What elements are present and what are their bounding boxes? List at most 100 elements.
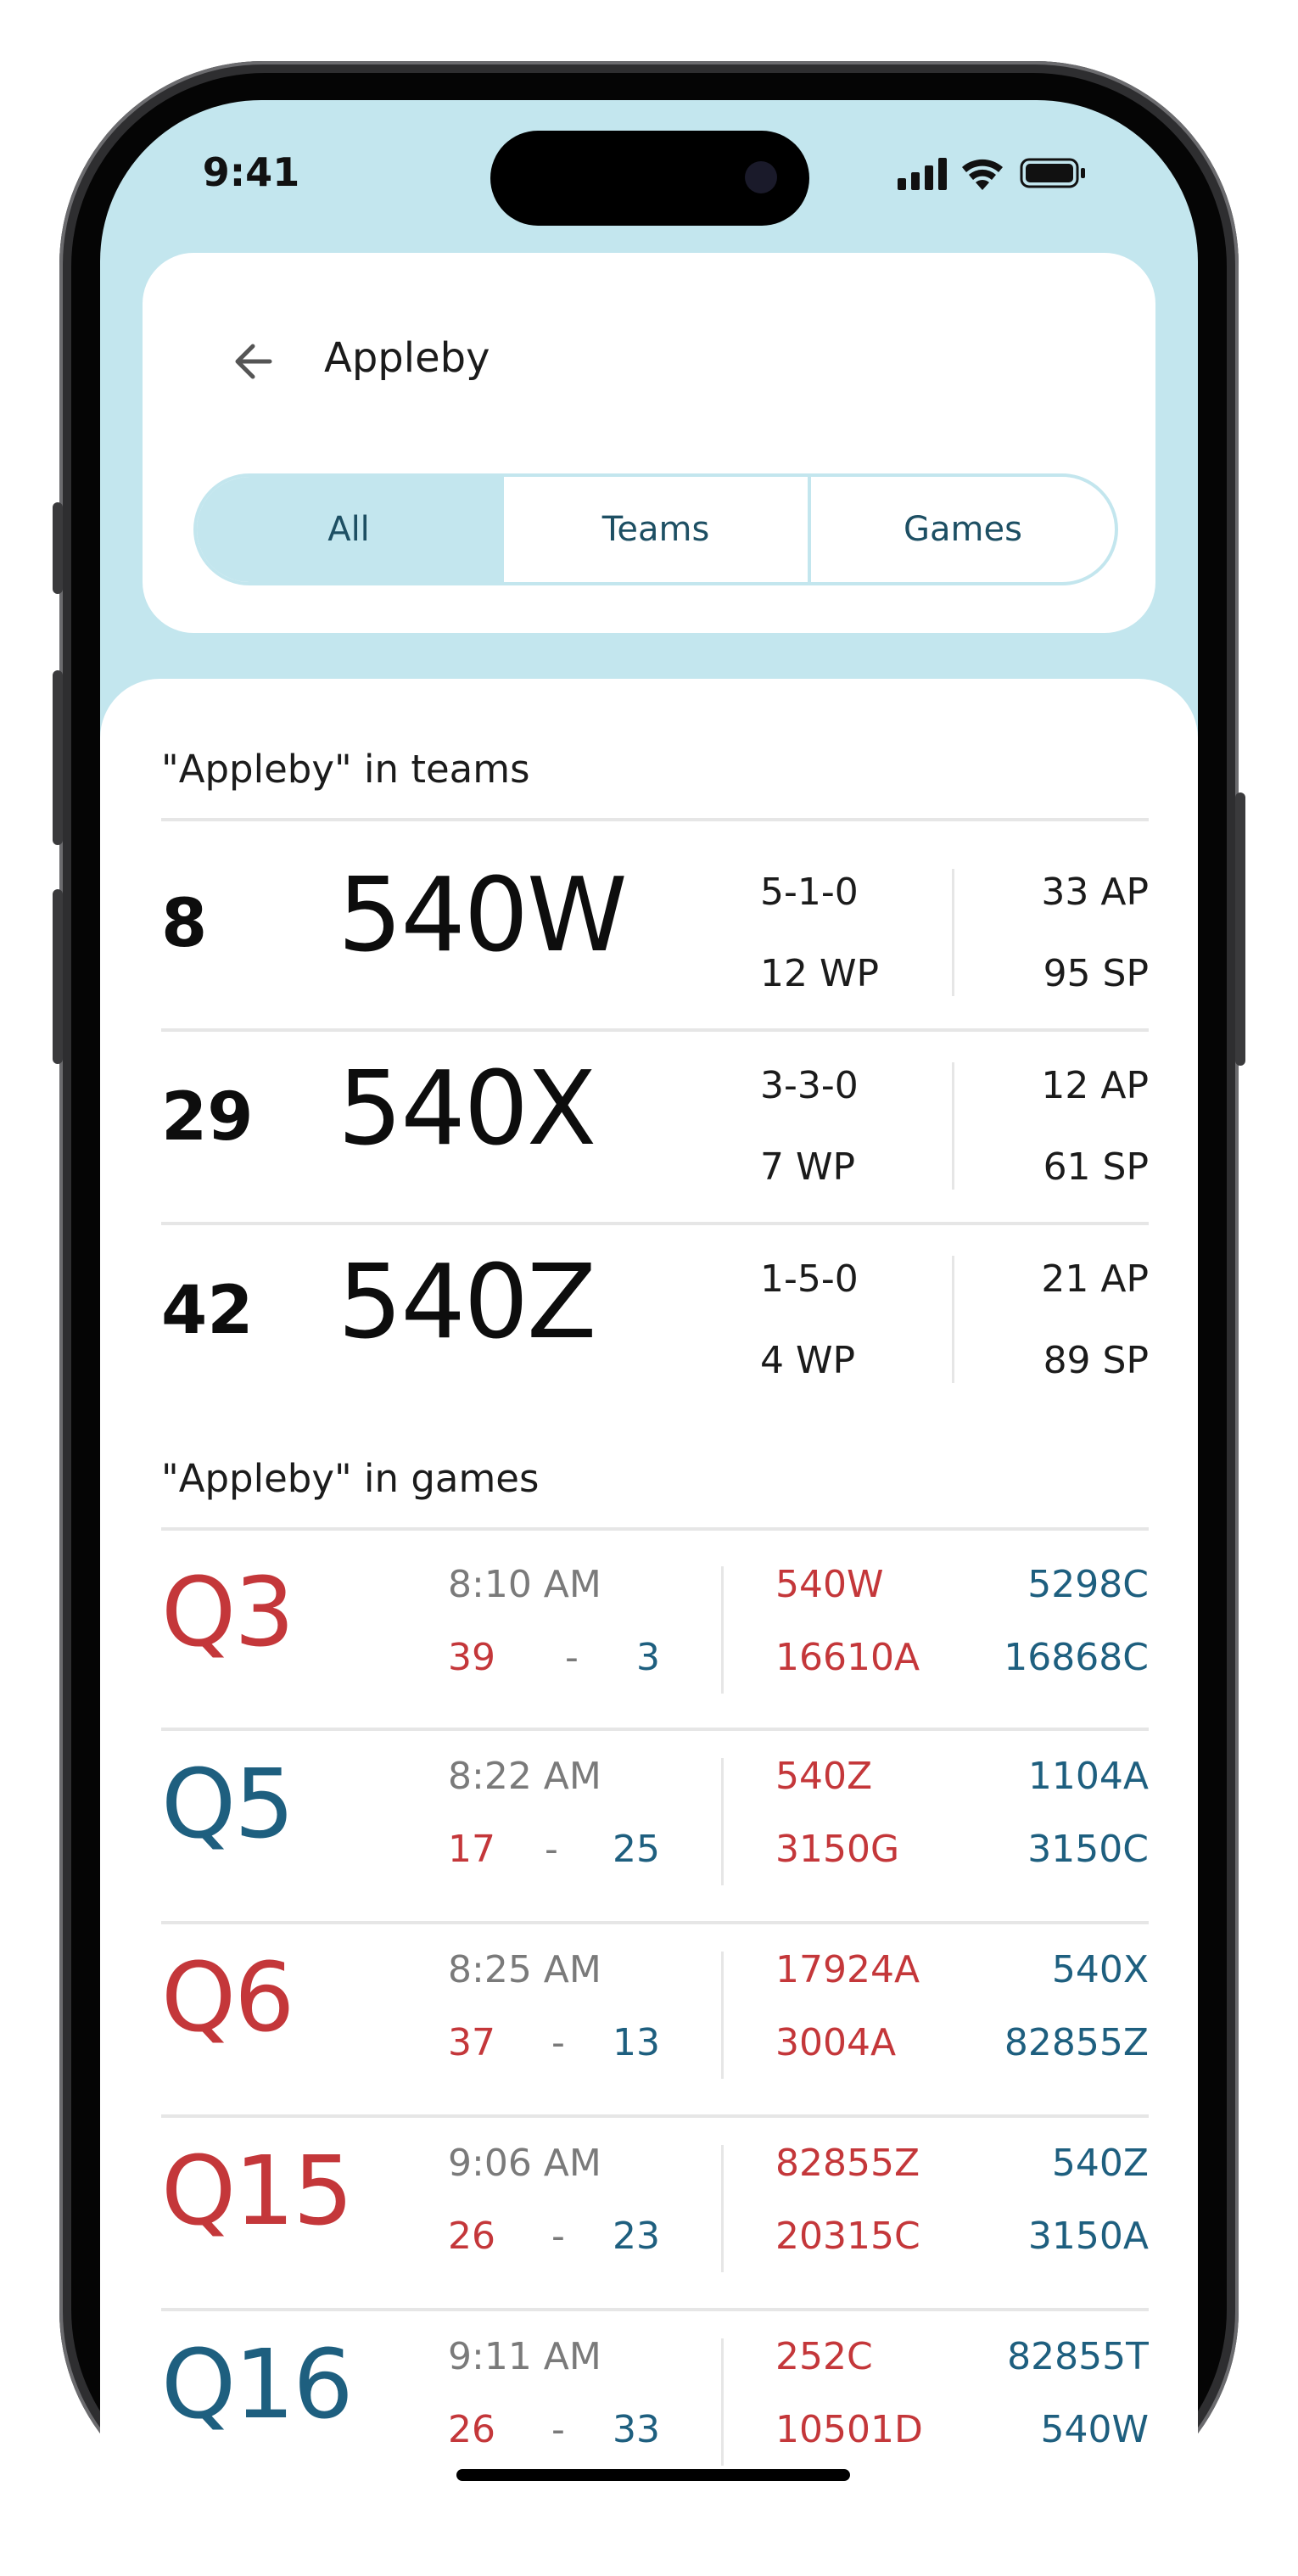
blue-score: 13 [613, 2021, 660, 2064]
arrow-left-icon [235, 344, 272, 379]
blue-team-2: 3150C [1027, 1828, 1149, 1871]
blue-score: 23 [613, 2215, 660, 2258]
score-separator: - [545, 1828, 558, 1871]
match-label: Q3 [161, 1558, 294, 1668]
blue-team-2: 16868C [1004, 1636, 1149, 1679]
game-row[interactable]: Q3 8:10 AM 39 - 3 540W 16610A 5298C 1686… [161, 1536, 1149, 1729]
team-wp: 7 WP [760, 1145, 856, 1189]
tab-teams[interactable]: Teams [501, 477, 808, 582]
match-label: Q15 [161, 2136, 354, 2247]
team-wp: 4 WP [760, 1339, 856, 1382]
match-time: 8:22 AM [448, 1755, 601, 1798]
filter-segmented-control: All Teams Games [193, 473, 1118, 585]
blue-score: 33 [613, 2408, 660, 2451]
blue-team-1: 540X [1051, 1948, 1149, 1991]
column-divider [721, 2145, 724, 2272]
camera-icon [745, 161, 777, 193]
team-wp: 12 WP [760, 952, 880, 995]
team-number: 540Z [338, 1244, 596, 1362]
red-team-2: 3150G [775, 1828, 900, 1871]
red-score: 17 [448, 1828, 495, 1871]
blue-team-1: 82855T [1007, 2335, 1149, 2378]
dynamic-island [490, 131, 809, 226]
games-section-title: "Appleby" in games [161, 1456, 540, 1501]
team-sp: 89 SP [1043, 1339, 1149, 1382]
blue-score: 25 [613, 1828, 660, 1871]
column-divider [952, 869, 954, 996]
column-divider [721, 2338, 724, 2466]
team-row[interactable]: 42 540Z 1-5-0 4 WP 21 AP 89 SP [161, 1222, 1149, 1415]
wifi-icon [962, 159, 1003, 190]
match-time: 9:11 AM [448, 2335, 601, 2378]
back-button[interactable] [227, 336, 278, 387]
team-sp: 61 SP [1043, 1145, 1149, 1189]
red-team-1: 17924A [775, 1948, 920, 1991]
battery-icon [1020, 158, 1085, 188]
team-rank: 8 [161, 886, 208, 962]
red-team-2: 10501D [775, 2408, 923, 2451]
blue-team-1: 1104A [1027, 1755, 1149, 1798]
team-record: 5-1-0 [760, 871, 859, 914]
column-divider [721, 1566, 724, 1694]
match-label: Q6 [161, 1943, 294, 2053]
action-button [53, 502, 63, 594]
blue-team-2: 540W [1040, 2408, 1150, 2451]
blue-team-2: 3150A [1027, 2215, 1149, 2258]
team-ap: 21 AP [1041, 1257, 1149, 1301]
blue-team-2: 82855Z [1004, 2021, 1149, 2064]
red-team-1: 252C [775, 2335, 873, 2378]
match-time: 8:10 AM [448, 1563, 601, 1606]
volume-up-button [53, 670, 63, 845]
score-separator: - [551, 2215, 565, 2258]
column-divider [721, 1758, 724, 1885]
game-row[interactable]: Q16 9:11 AM 26 - 33 252C 10501D 82855T 5… [161, 2308, 1149, 2469]
team-ap: 33 AP [1041, 871, 1149, 914]
page-title: Appleby [324, 334, 490, 382]
status-time: 9:41 [202, 149, 300, 195]
column-divider [952, 1256, 954, 1383]
red-team-2: 20315C [775, 2215, 920, 2258]
tab-games[interactable]: Games [808, 477, 1115, 582]
team-row[interactable]: 29 540X 3-3-0 7 WP 12 AP 61 SP [161, 1028, 1149, 1222]
team-row[interactable]: 8 540W 5-1-0 12 WP 33 AP 95 SP [161, 835, 1149, 1028]
column-divider [721, 1952, 724, 2079]
teams-section-title: "Appleby" in teams [161, 747, 530, 792]
team-ap: 12 AP [1041, 1064, 1149, 1107]
header-card: Appleby All Teams Games [143, 253, 1155, 633]
team-sp: 95 SP [1043, 952, 1149, 995]
red-team-2: 16610A [775, 1636, 920, 1679]
home-indicator[interactable] [456, 2469, 850, 2481]
volume-down-button [53, 889, 63, 1064]
blue-score: 3 [636, 1636, 660, 1679]
team-number: 540X [338, 1050, 596, 1168]
red-score: 37 [448, 2021, 495, 2064]
red-team-1: 540W [775, 1563, 884, 1606]
score-separator: - [551, 2408, 565, 2451]
tab-all[interactable]: All [197, 477, 501, 582]
red-score: 39 [448, 1636, 495, 1679]
match-label: Q16 [161, 2330, 354, 2440]
divider [161, 818, 1149, 821]
team-rank: 29 [161, 1079, 254, 1156]
team-record: 1-5-0 [760, 1257, 859, 1301]
team-record: 3-3-0 [760, 1064, 859, 1107]
blue-team-1: 540Z [1051, 2142, 1149, 2185]
game-row[interactable]: Q15 9:06 AM 26 - 23 82855Z 20315C 540Z 3… [161, 2114, 1149, 2308]
match-time: 8:25 AM [448, 1948, 601, 1991]
team-number: 540W [338, 857, 628, 975]
power-button [1235, 792, 1245, 1066]
red-team-1: 540Z [775, 1755, 873, 1798]
game-row[interactable]: Q6 8:25 AM 37 - 13 17924A 3004A 540X 828… [161, 1921, 1149, 2114]
game-row[interactable]: Q5 8:22 AM 17 - 25 540Z 3150G 1104A 3150… [161, 1728, 1149, 1921]
red-team-1: 82855Z [775, 2142, 920, 2185]
cellular-signal-icon [898, 158, 947, 190]
match-time: 9:06 AM [448, 2142, 601, 2185]
team-rank: 42 [161, 1273, 254, 1349]
red-score: 26 [448, 2215, 495, 2258]
column-divider [952, 1062, 954, 1190]
status-icons [882, 154, 1094, 192]
divider [161, 1527, 1149, 1531]
red-team-2: 3004A [775, 2021, 897, 2064]
match-label: Q5 [161, 1750, 294, 1860]
red-score: 26 [448, 2408, 495, 2451]
